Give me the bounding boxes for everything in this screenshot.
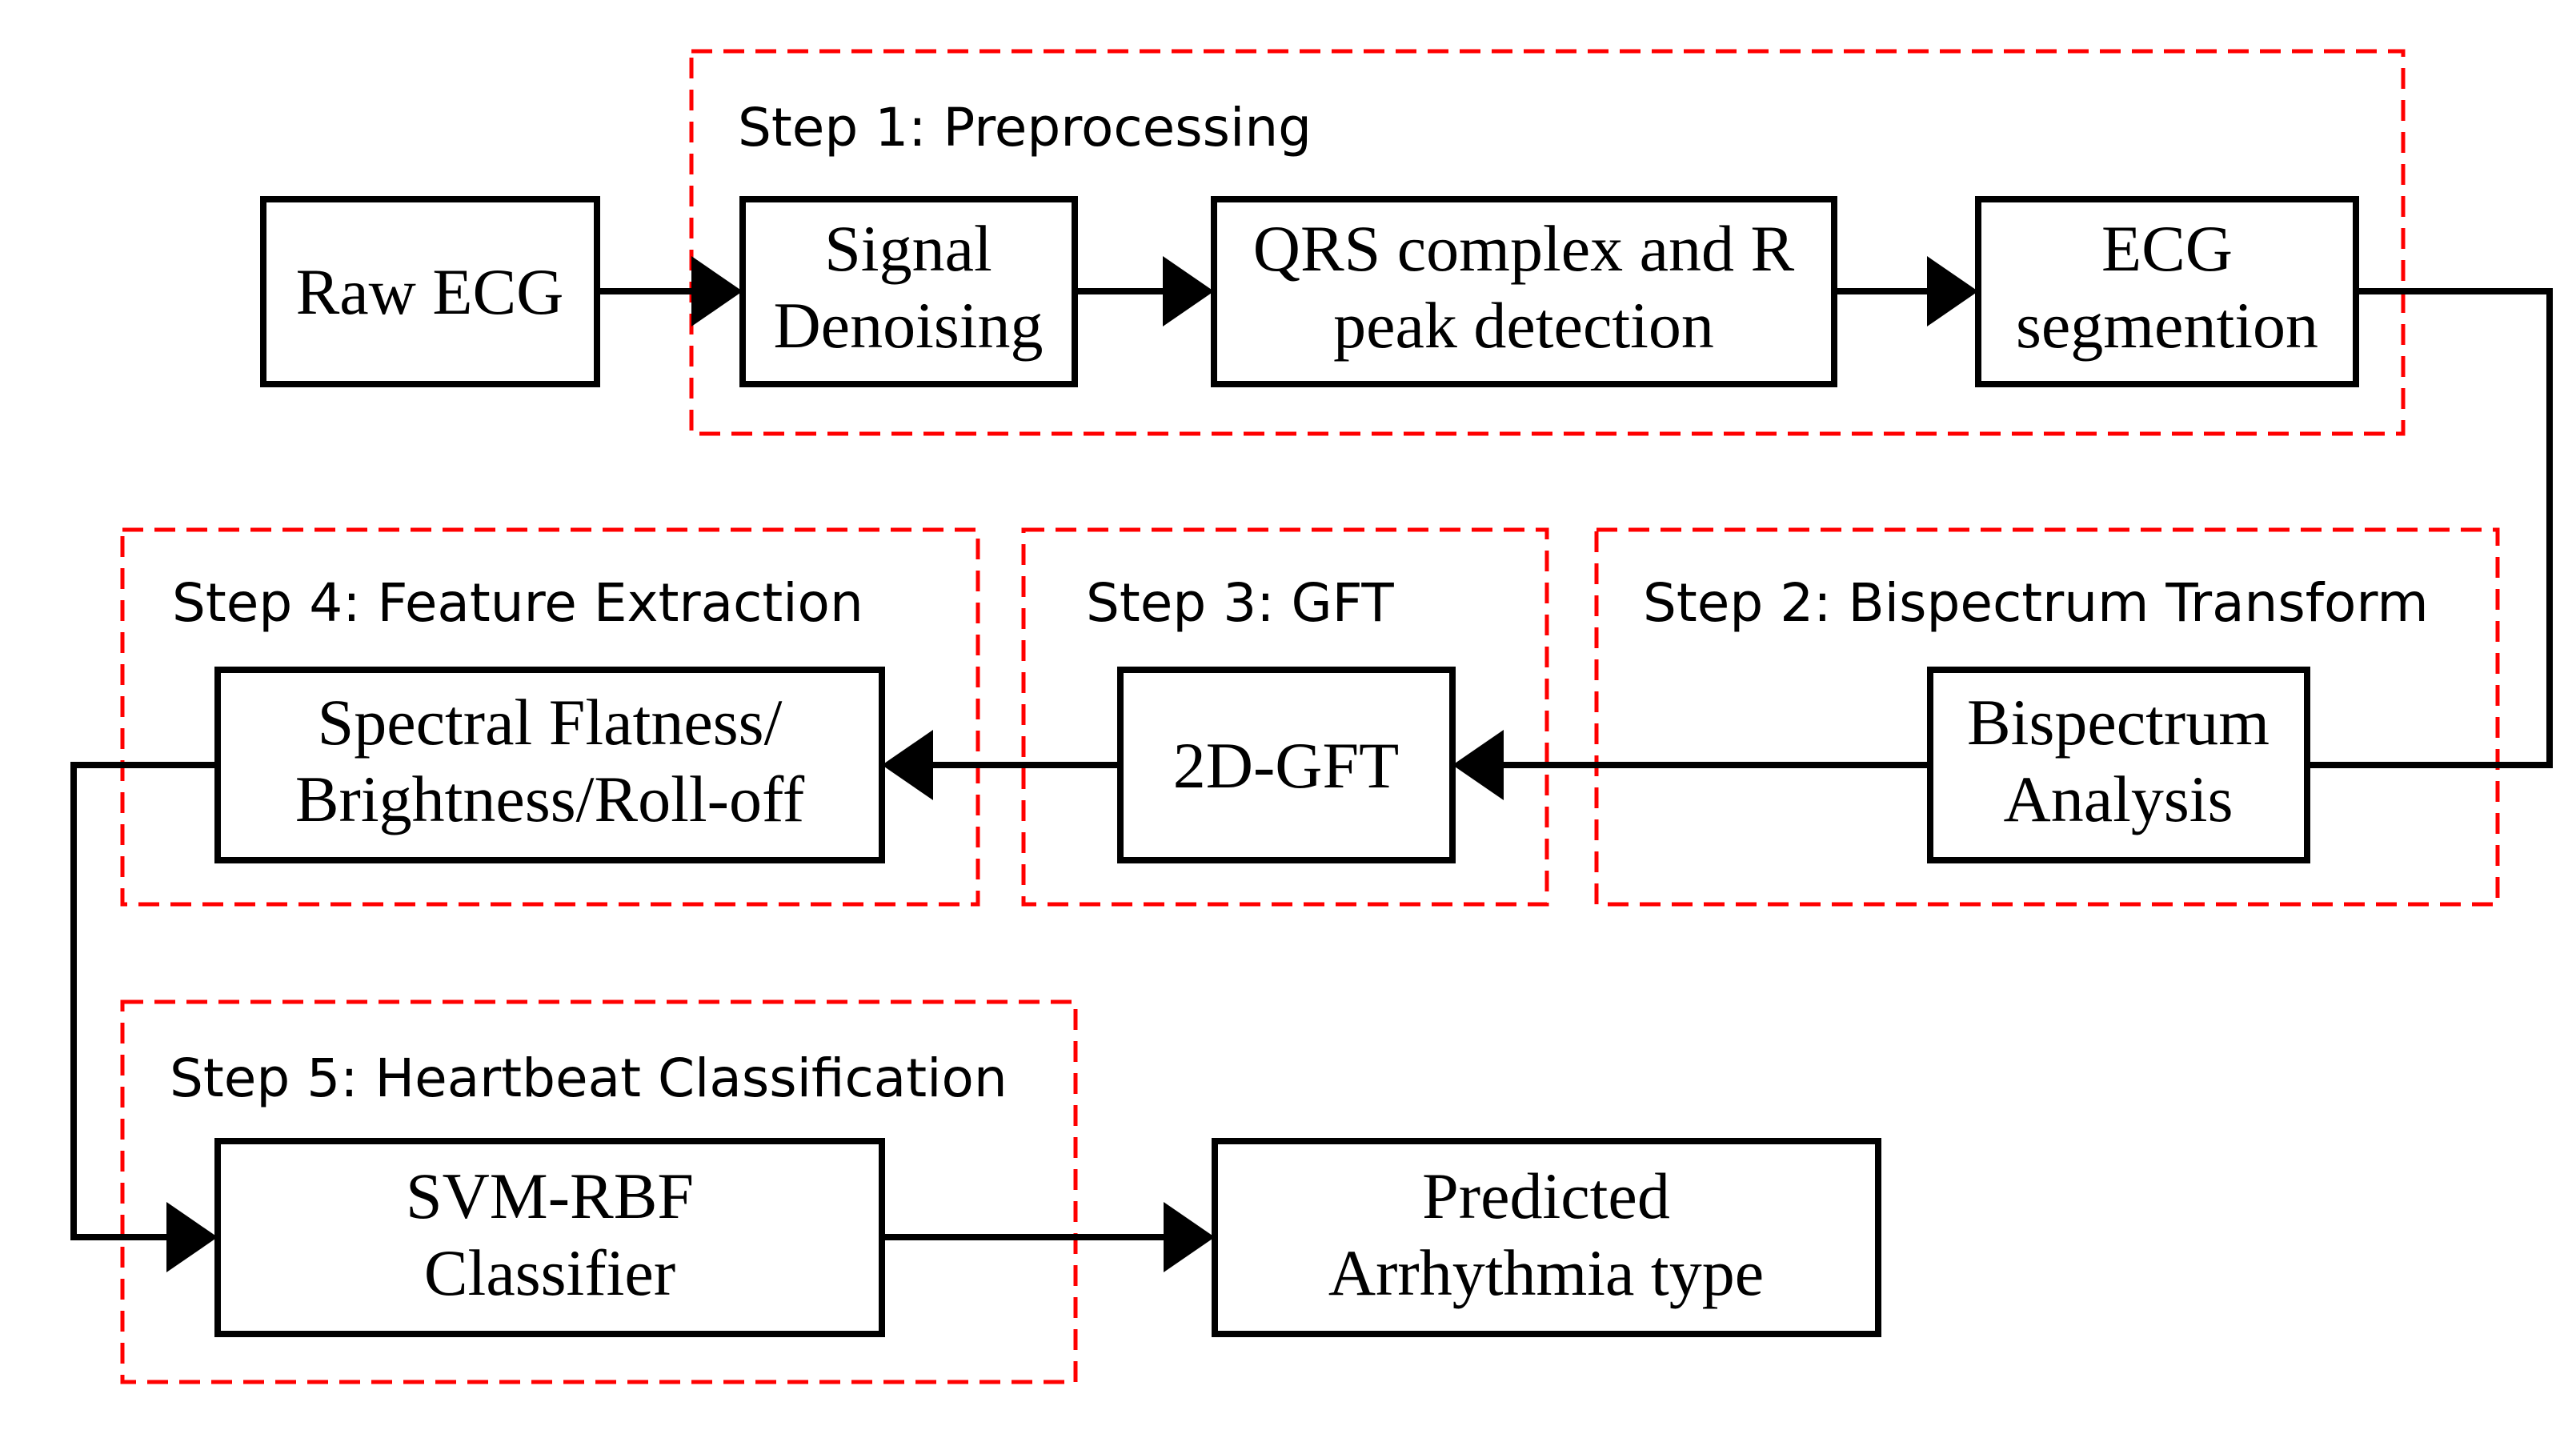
node-2d-gft: 2D-GFT [1117,667,1456,863]
arrowhead-gft-to-features [882,730,933,800]
node-svm-rbf-line2: Classifier [424,1236,675,1309]
arrowhead-raw-to-denoise [691,256,743,326]
node-2d-gft-label: 2D-GFT [1173,729,1399,802]
node-ecg-segmentation-line2: segmention [2016,289,2318,362]
node-svm-rbf-line1: SVM-RBF [406,1160,694,1232]
node-bispectrum-analysis: Bispectrum Analysis [1927,667,2310,863]
arrowhead-bispectrum-to-gft [1452,730,1504,800]
group-step2-label: Step 2: Bispectrum Transform [1643,572,2429,634]
node-raw-ecg-label: Raw ECG [296,255,564,328]
arrowhead-svm-to-predicted [1164,1202,1215,1272]
arrowhead-features-to-svm [166,1202,218,1272]
node-predicted-type: Predicted Arrhythmia type [1212,1138,1881,1337]
node-bispectrum-analysis-line2: Analysis [2004,763,2233,835]
node-ecg-segmentation-line1: ECG [2101,212,2233,285]
node-bispectrum-analysis-line1: Bispectrum [1967,686,2270,759]
node-spectral-features-line2: Brightness/Roll-off [295,763,805,835]
node-raw-ecg: Raw ECG [260,196,600,387]
node-spectral-features-line1: Spectral Flatness/ [318,686,783,759]
node-qrs-detection-line2: peak detection [1333,289,1714,362]
node-predicted-type-line1: Predicted [1422,1160,1670,1232]
node-qrs-detection-line1: QRS complex and R [1253,212,1795,285]
node-ecg-segmentation: ECG segmention [1975,196,2359,387]
arrowhead-qrs-to-segment [1927,256,1978,326]
group-step4-label: Step 4: Feature Extraction [172,572,863,634]
node-spectral-features: Spectral Flatness/ Brightness/Roll-off [214,667,885,863]
node-signal-denoising-line1: Signal [824,212,992,285]
ecg-pipeline-diagram: Step 1: Preprocessing Step 2: Bispectrum… [70,49,2553,1384]
node-predicted-type-line2: Arrhythmia type [1328,1236,1764,1309]
node-svm-rbf: SVM-RBF Classifier [214,1138,885,1337]
arrowhead-denoise-to-qrs [1163,256,1214,326]
node-signal-denoising-line2: Denoising [773,289,1043,362]
group-step3-label: Step 3: GFT [1086,572,1394,634]
group-step5-label: Step 5: Heartbeat Classification [170,1047,1008,1109]
group-step1-label: Step 1: Preprocessing [738,97,1312,158]
node-signal-denoising: Signal Denoising [739,196,1078,387]
node-qrs-detection: QRS complex and R peak detection [1211,196,1837,387]
